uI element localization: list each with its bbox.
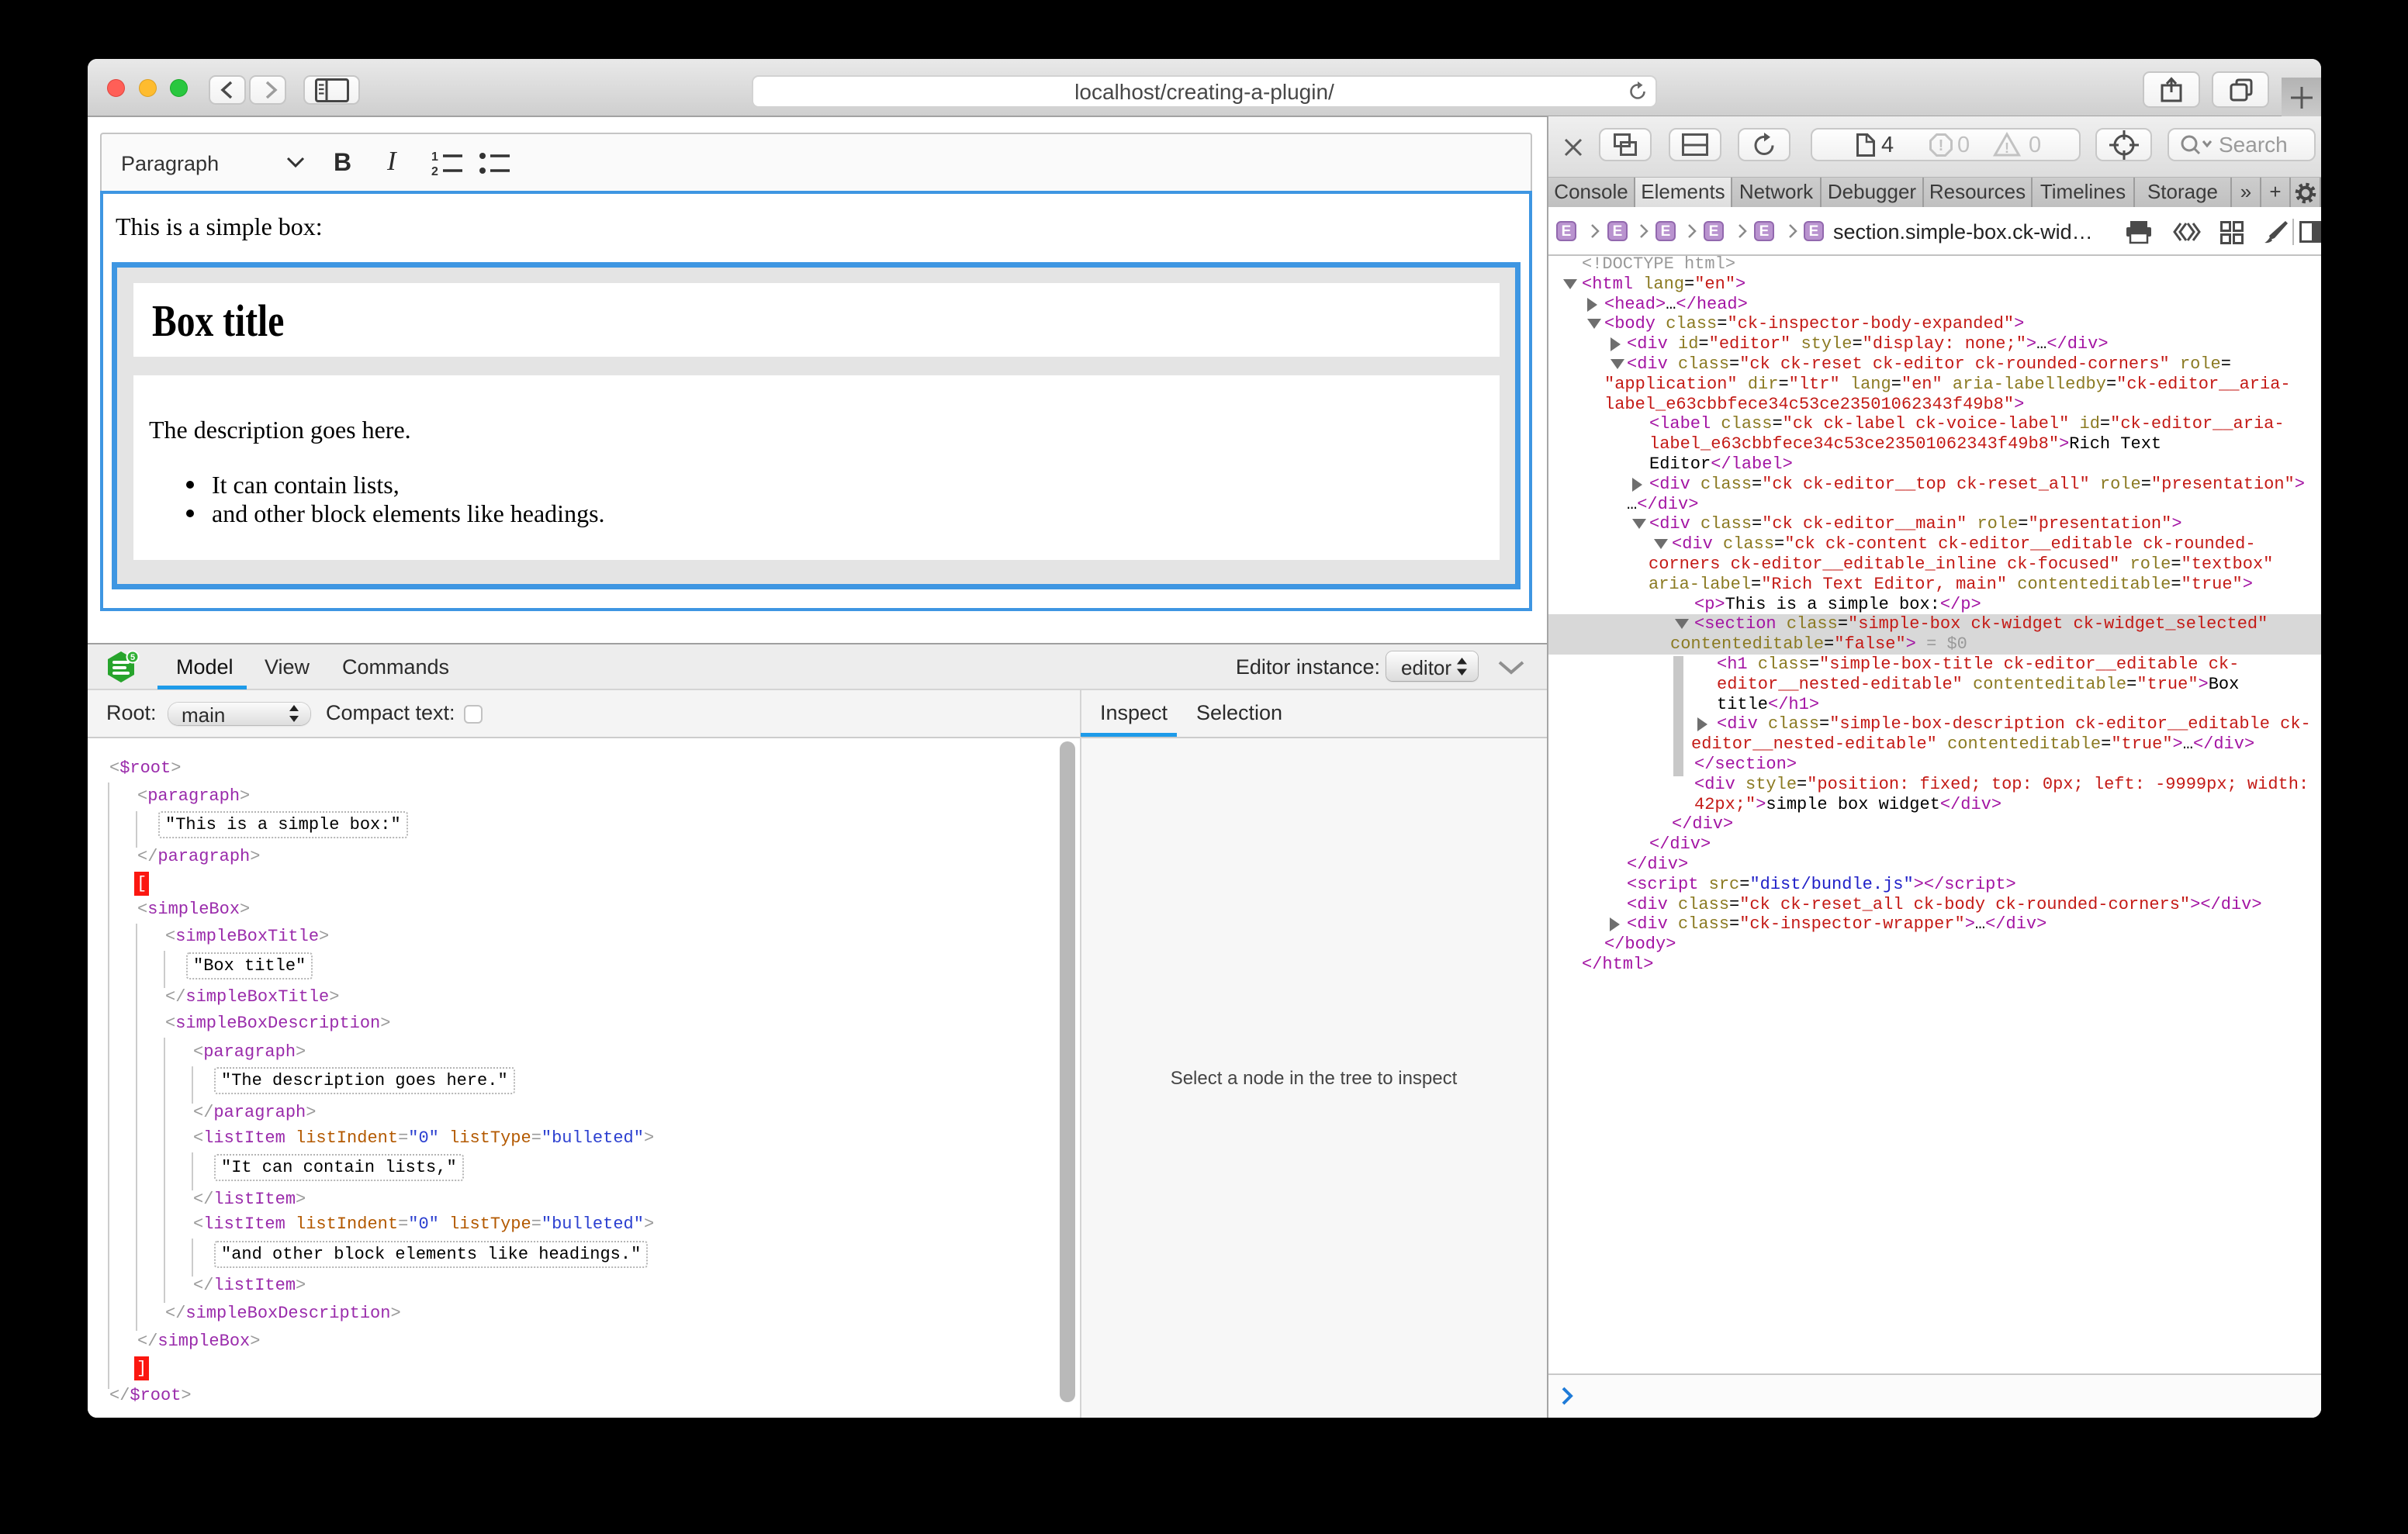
svg-text:5: 5 (130, 653, 135, 662)
svg-text:!: ! (1939, 137, 1944, 154)
svg-text:!: ! (2005, 140, 2009, 156)
svg-text:1: 1 (431, 150, 438, 164)
svg-text:2: 2 (431, 165, 438, 178)
